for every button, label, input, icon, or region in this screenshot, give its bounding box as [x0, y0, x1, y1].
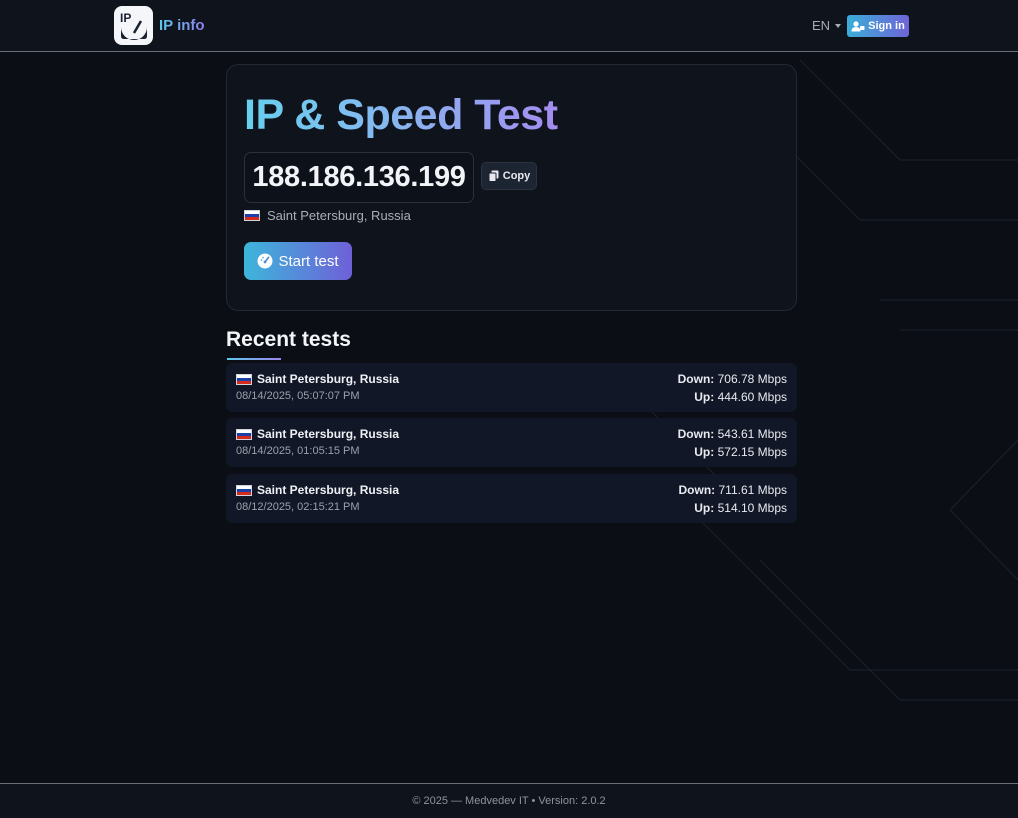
ip-address-box: 188.186.136.199: [244, 152, 474, 203]
language-selector[interactable]: EN: [812, 18, 842, 33]
row-location-text: Saint Petersburg, Russia: [257, 372, 400, 386]
ip-card: IP & Speed Test 188.186.136.199 Copy Sai…: [226, 64, 797, 311]
russia-flag-icon: [236, 428, 252, 440]
row-upload: Up: 572.15 Mbps: [694, 445, 787, 459]
row-upload: Up: 514.10 Mbps: [694, 501, 787, 515]
footer: © 2025 — Medvedev IT • Version: 2.0.2: [0, 783, 1018, 818]
row-location-text: Saint Petersburg, Russia: [257, 483, 400, 497]
footer-text: © 2025 — Medvedev IT • Version: 2.0.2: [412, 795, 606, 807]
svg-text:IP: IP: [120, 11, 131, 25]
list-item[interactable]: Saint Petersburg, Russia 08/14/2025, 05:…: [226, 363, 797, 412]
row-download: Down: 706.78 Mbps: [677, 372, 787, 386]
brand-name: IP info: [159, 17, 205, 34]
russia-flag-icon: [244, 210, 260, 221]
user-icon: [851, 20, 865, 31]
ip-address: 188.186.136.199: [252, 161, 466, 193]
copy-icon: [488, 170, 499, 182]
list-item[interactable]: Saint Petersburg, Russia 08/14/2025, 01:…: [226, 418, 797, 467]
current-location: Saint Petersburg, Russia: [244, 208, 411, 223]
row-download: Down: 711.61 Mbps: [678, 483, 788, 497]
row-location-text: Saint Petersburg, Russia: [257, 427, 400, 441]
row-location: Saint Petersburg, Russia: [236, 483, 399, 497]
brand[interactable]: IP IP info: [114, 6, 205, 45]
recent-tests-heading: Recent tests: [226, 328, 351, 351]
russia-flag-icon: [236, 484, 252, 496]
location-text: Saint Petersburg, Russia: [267, 208, 411, 223]
row-location: Saint Petersburg, Russia: [236, 427, 399, 441]
row-date: 08/12/2025, 02:15:21 PM: [236, 501, 360, 513]
heading-underline: [227, 358, 281, 360]
row-date: 08/14/2025, 05:07:07 PM: [236, 390, 360, 402]
russia-flag-icon: [236, 373, 252, 385]
copy-button[interactable]: Copy: [481, 162, 537, 190]
row-upload: Up: 444.60 Mbps: [694, 390, 787, 404]
list-item[interactable]: Saint Petersburg, Russia 08/12/2025, 02:…: [226, 474, 797, 523]
copy-label: Copy: [502, 170, 531, 182]
row-location: Saint Petersburg, Russia: [236, 372, 399, 386]
top-navbar: IP IP info EN Sign in: [0, 0, 1018, 52]
speedometer-icon: [257, 253, 273, 269]
page-title: IP & Speed Test: [244, 91, 558, 139]
row-date: 08/14/2025, 01:05:15 PM: [236, 445, 360, 457]
chevron-down-icon: [835, 23, 842, 28]
start-test-button[interactable]: Start test: [244, 242, 352, 280]
logo-icon: IP: [114, 6, 153, 45]
row-download: Down: 543.61 Mbps: [677, 427, 787, 441]
sign-in-label: Sign in: [868, 20, 905, 32]
language-label: EN: [812, 18, 831, 33]
start-test-label: Start test: [278, 252, 339, 270]
sign-in-button[interactable]: Sign in: [847, 15, 909, 37]
